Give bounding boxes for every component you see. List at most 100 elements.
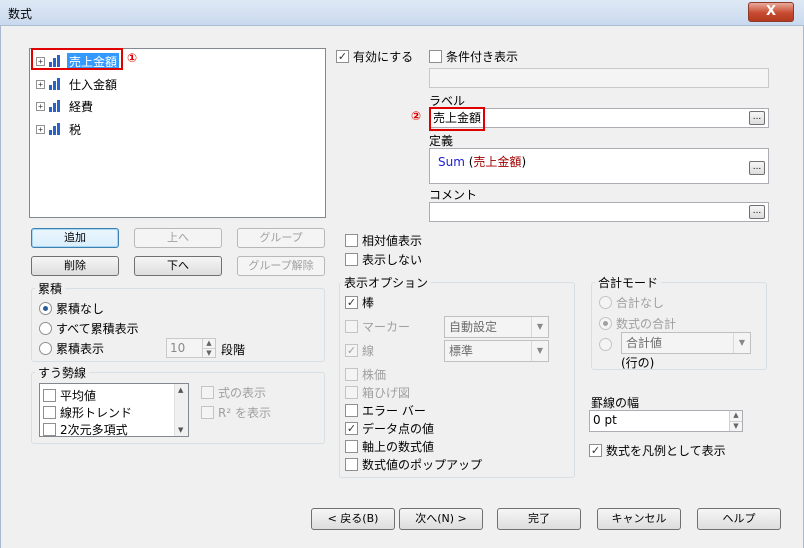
enable-checkbox[interactable]: ✓ 有効にする — [336, 48, 413, 64]
next-button[interactable]: 次へ(N) > — [399, 508, 483, 530]
bar-chart-icon — [49, 100, 63, 112]
checkbox[interactable] — [43, 405, 56, 419]
popup-checkbox[interactable]: 数式値のポップアップ — [345, 456, 482, 472]
back-button[interactable]: < 戻る(B) — [311, 508, 395, 530]
definition-edit-button[interactable]: ... — [749, 161, 765, 175]
checkbox[interactable] — [201, 405, 214, 419]
marker-select[interactable]: 自動設定 ▼ — [444, 316, 549, 338]
expression-tree[interactable]: + 売上金額 + 仕入金額 + 経費 + 税 — [29, 48, 326, 218]
checkbox[interactable]: ✓ — [336, 49, 349, 63]
legend-checkbox[interactable]: ✓ 数式を凡例として表示 — [589, 442, 726, 458]
radio-button[interactable] — [39, 301, 52, 315]
aggregate-select[interactable]: 合計値 ▼ — [621, 332, 751, 354]
chevron-down-icon[interactable]: ▼ — [531, 341, 548, 361]
definition-input[interactable]: Sum (売上金額) — [429, 148, 769, 184]
relative-checkbox[interactable]: 相対値表示 — [345, 232, 422, 248]
scroll-down-icon[interactable]: ▼ — [178, 426, 183, 434]
ungroup-button[interactable]: グループ解除 — [237, 256, 325, 276]
checkbox[interactable] — [345, 439, 358, 453]
show-formula-checkbox[interactable]: 式の表示 — [201, 384, 266, 400]
spin-up-icon[interactable]: ▲ — [729, 411, 742, 421]
spin-up-icon[interactable]: ▲ — [202, 339, 215, 348]
checkbox[interactable]: ✓ — [345, 343, 358, 357]
line-width-spinner[interactable]: 0 pt ▲ ▼ — [589, 410, 743, 432]
tree-item[interactable]: + 経費 — [36, 97, 95, 115]
scrollbar[interactable]: ▲ ▼ — [174, 384, 188, 436]
show-r2-checkbox[interactable]: R² を表示 — [201, 404, 271, 420]
checkbox[interactable]: ✓ — [589, 443, 602, 457]
comment-input[interactable] — [429, 202, 769, 222]
checkbox-label: 数式を凡例として表示 — [606, 443, 726, 458]
comment-edit-button[interactable]: ... — [749, 205, 765, 219]
checkbox[interactable]: ✓ — [345, 421, 358, 435]
trendline-list[interactable]: 平均値 線形トレンド 2次元多項式 ▲ ▼ — [39, 383, 189, 437]
finish-button[interactable]: 完了 — [497, 508, 581, 530]
radio-no-accumulation[interactable]: 累積なし — [39, 300, 104, 316]
cancel-button[interactable]: キャンセル — [597, 508, 681, 530]
bar-checkbox[interactable]: ✓ 棒 — [345, 294, 374, 310]
checkbox[interactable]: ✓ — [345, 295, 358, 309]
expand-icon[interactable]: + — [36, 101, 45, 111]
checkbox[interactable] — [345, 252, 358, 266]
boxplot-checkbox[interactable]: 箱ひげ図 — [345, 384, 410, 400]
checkbox[interactable] — [429, 49, 442, 63]
radio-aggregate[interactable] — [599, 336, 616, 352]
close-button[interactable]: X — [748, 2, 794, 22]
checkbox[interactable] — [43, 388, 56, 402]
group-button[interactable]: グループ — [237, 228, 325, 248]
radio-button[interactable] — [599, 337, 612, 351]
invisible-checkbox[interactable]: 表示しない — [345, 251, 422, 267]
conditional-checkbox[interactable]: 条件付き表示 — [429, 48, 518, 64]
candlestick-checkbox[interactable]: 株価 — [345, 366, 386, 382]
radio-button[interactable] — [39, 321, 52, 335]
radio-button[interactable] — [599, 316, 612, 330]
delete-button[interactable]: 削除 — [31, 256, 119, 276]
error-bar-checkbox[interactable]: エラー バー — [345, 402, 426, 418]
chevron-down-icon[interactable]: ▼ — [733, 333, 750, 353]
close-paren: ) — [521, 155, 527, 169]
steps-spinner[interactable]: 10 ▲ ▼ — [166, 338, 216, 358]
line-select[interactable]: 標準 ▼ — [444, 340, 549, 362]
tree-item[interactable]: + 税 — [36, 120, 83, 138]
trendline-average[interactable]: 平均値 — [43, 387, 96, 403]
checkbox-label: 線 — [362, 343, 375, 358]
checkbox[interactable] — [345, 457, 358, 471]
checkbox-label: 条件付き表示 — [446, 49, 519, 64]
label-edit-button[interactable]: ... — [749, 111, 765, 125]
radio-expression-total[interactable]: 数式の合計 — [599, 315, 676, 331]
conditional-input[interactable] — [429, 68, 769, 88]
checkbox[interactable] — [345, 367, 358, 381]
checkbox[interactable] — [345, 319, 358, 333]
checkbox[interactable] — [345, 403, 358, 417]
spin-down-icon[interactable]: ▼ — [729, 421, 742, 431]
checkbox-label: マーカー — [362, 319, 411, 334]
axis-values-checkbox[interactable]: 軸上の数式値 — [345, 438, 434, 454]
expand-icon[interactable]: + — [36, 124, 45, 134]
checkbox[interactable] — [43, 422, 56, 436]
radio-accumulate[interactable]: 累積表示 — [39, 340, 104, 356]
radio-button[interactable] — [599, 295, 612, 309]
tree-item[interactable]: + 仕入金額 — [36, 75, 119, 93]
move-up-button[interactable]: 上へ — [134, 228, 222, 248]
trendline-linear[interactable]: 線形トレンド — [43, 404, 132, 420]
radio-no-total[interactable]: 合計なし — [599, 294, 664, 310]
radio-button[interactable] — [39, 341, 52, 355]
line-checkbox[interactable]: ✓ 線 — [345, 342, 374, 358]
checkbox-label: R² を表示 — [218, 405, 271, 420]
highlight-box-2 — [429, 107, 485, 131]
help-button[interactable]: ヘルプ — [697, 508, 781, 530]
scroll-up-icon[interactable]: ▲ — [178, 386, 183, 394]
checkbox[interactable] — [201, 385, 214, 399]
expand-icon[interactable]: + — [36, 79, 45, 89]
definition-caption: 定義 — [429, 134, 454, 148]
checkbox[interactable] — [345, 233, 358, 247]
trendline-poly2[interactable]: 2次元多項式 — [43, 421, 128, 437]
data-values-checkbox[interactable]: ✓ データ点の値 — [345, 420, 434, 436]
spin-down-icon[interactable]: ▼ — [202, 348, 215, 357]
marker-checkbox[interactable]: マーカー — [345, 318, 410, 334]
add-button[interactable]: 追加 — [31, 228, 119, 248]
chevron-down-icon[interactable]: ▼ — [531, 317, 548, 337]
checkbox[interactable] — [345, 385, 358, 399]
radio-full-accumulation[interactable]: すべて累積表示 — [39, 320, 139, 336]
move-down-button[interactable]: 下へ — [134, 256, 222, 276]
